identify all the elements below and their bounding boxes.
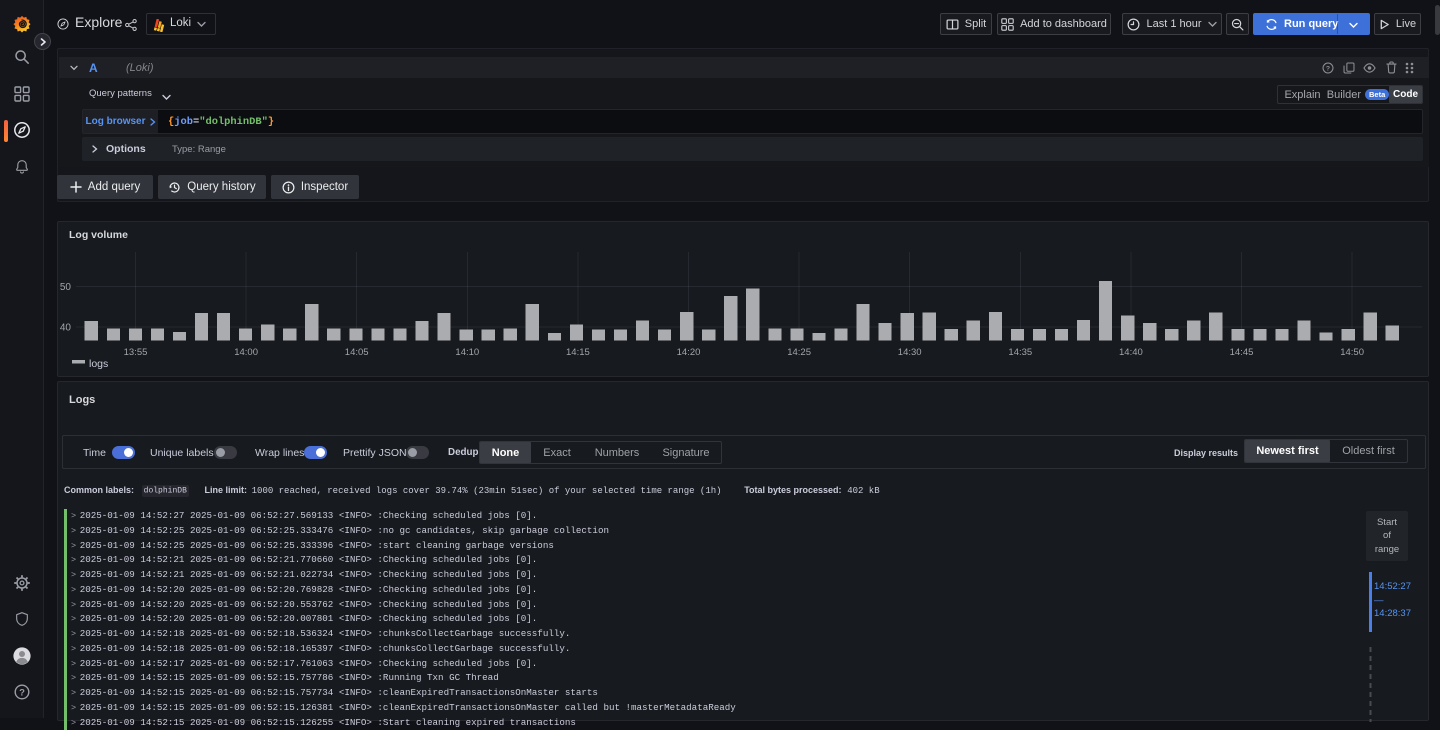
svg-text:14:05: 14:05 bbox=[345, 347, 369, 358]
svg-text:14:20: 14:20 bbox=[677, 347, 701, 358]
svg-text:14:35: 14:35 bbox=[1008, 347, 1032, 358]
svg-text:14:10: 14:10 bbox=[455, 347, 479, 358]
svg-text:14:40: 14:40 bbox=[1119, 347, 1143, 358]
svg-text:14:30: 14:30 bbox=[898, 347, 922, 358]
svg-text:14:50: 14:50 bbox=[1340, 347, 1364, 358]
svg-text:14:00: 14:00 bbox=[234, 347, 258, 358]
svg-text:14:15: 14:15 bbox=[566, 347, 590, 358]
svg-text:40: 40 bbox=[60, 323, 72, 334]
svg-text:50: 50 bbox=[60, 282, 72, 293]
svg-text:?: ? bbox=[19, 687, 25, 698]
svg-text:14:45: 14:45 bbox=[1230, 347, 1254, 358]
svg-text:14:25: 14:25 bbox=[787, 347, 811, 358]
svg-text:?: ? bbox=[1326, 65, 1330, 72]
svg-text:logs: logs bbox=[89, 358, 108, 370]
svg-text:13:55: 13:55 bbox=[124, 347, 148, 358]
